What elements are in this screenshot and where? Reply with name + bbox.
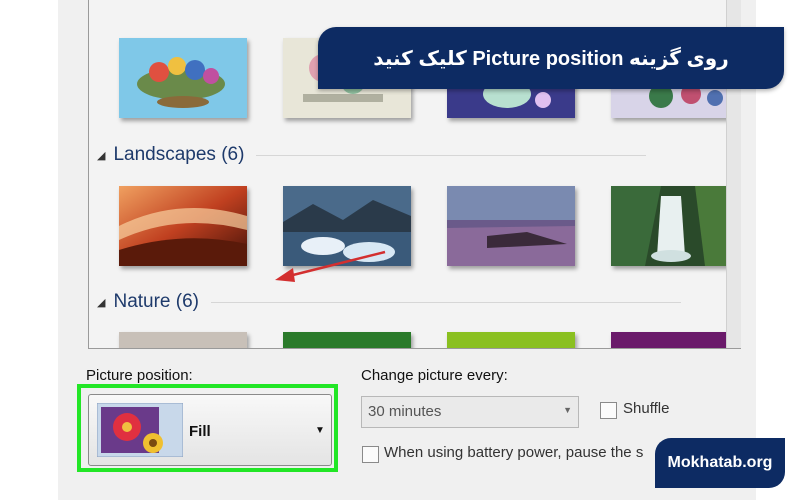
interval-value: 30 minutes (368, 403, 442, 420)
change-picture-label: Change picture every: (361, 367, 508, 384)
left-frame (0, 0, 58, 500)
collapse-triangle-icon[interactable]: ◢ (97, 149, 105, 162)
wallpaper-thumbnail[interactable] (119, 332, 247, 348)
wallpaper-thumbnail[interactable] (611, 186, 739, 266)
group-divider (211, 301, 681, 303)
instruction-text: روی گزینه Picture position کلیک کنید (373, 47, 729, 70)
picture-position-label: Picture position: (86, 367, 193, 384)
battery-pause-label: When using battery power, pause the s (384, 444, 644, 461)
group-header-landscapes[interactable]: ◢ Landscapes (6) (97, 144, 647, 166)
shuffle-checkbox[interactable] (600, 402, 617, 419)
group-title: Landscapes (6) (113, 144, 245, 165)
wallpaper-thumbnail[interactable] (447, 186, 575, 266)
change-picture-interval-select[interactable]: 30 minutes ▼ (361, 396, 579, 428)
group-divider (256, 154, 647, 156)
shuffle-label: Shuffle (623, 400, 670, 417)
wallpaper-thumbnail[interactable] (119, 38, 247, 118)
wallpaper-thumbnail[interactable] (283, 332, 411, 348)
pointer-arrow-icon (275, 250, 386, 282)
wallpaper-thumbnail[interactable] (611, 332, 739, 348)
battery-pause-checkbox[interactable] (362, 446, 379, 463)
watermark-text: Mokhatab.org (667, 454, 773, 471)
wallpaper-thumbnail[interactable] (447, 332, 575, 348)
highlight-box (77, 384, 338, 472)
group-title: Nature (6) (113, 291, 199, 312)
watermark-badge: Mokhatab.org (655, 438, 785, 488)
instruction-banner: روی گزینه Picture position کلیک کنید (318, 27, 784, 89)
group-header-nature[interactable]: ◢ Nature (6) (97, 291, 681, 313)
wallpaper-thumbnail[interactable] (119, 186, 247, 266)
collapse-triangle-icon[interactable]: ◢ (97, 296, 105, 309)
chevron-down-icon: ▼ (563, 405, 572, 415)
